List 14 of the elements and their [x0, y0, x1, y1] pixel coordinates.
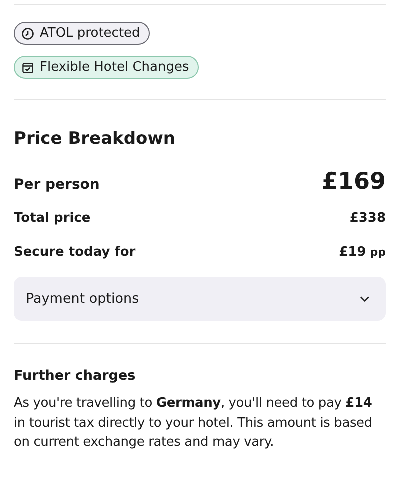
price-label: Secure today for [14, 245, 136, 260]
price-unit: pp [370, 246, 386, 259]
badge-label: Flexible Hotel Changes [40, 60, 190, 75]
badge-label: ATOL protected [40, 26, 140, 41]
price-label: Per person [14, 177, 100, 193]
payment-options-dropdown[interactable]: Payment options [14, 277, 386, 321]
paragraph: As you're travelling to Germany, you'll need to pay £14 in tourist tax directly to your hotel. This amount is based on current exchange rates and may vary. [14, 395, 374, 452]
section-title: Further charges [14, 368, 137, 384]
price-value: £19 [339, 245, 366, 260]
price-label: Total price [14, 211, 91, 226]
price-value: £338 [350, 211, 386, 226]
price-value: £169 [322, 169, 386, 195]
calendar-check-icon [21, 60, 35, 74]
section-title: Price Breakdown [14, 129, 176, 149]
